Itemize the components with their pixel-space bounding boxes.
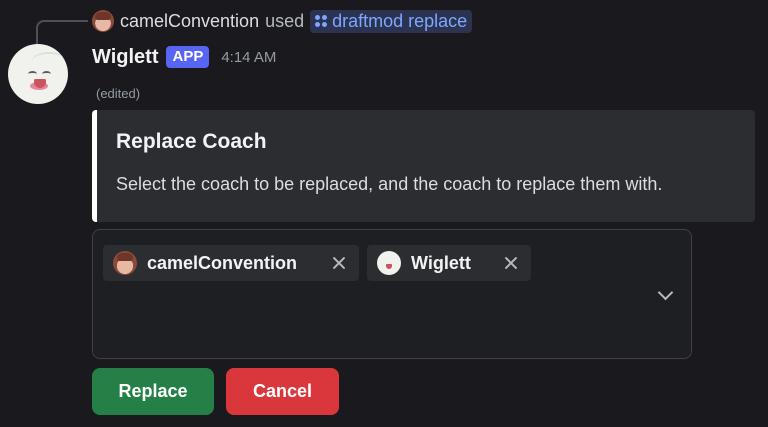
app-badge: APP [166,46,210,68]
message-header: Wiglett APP 4:14 AM [92,44,276,70]
command-name: draftmod replace [332,10,468,31]
chevron-down-icon[interactable] [657,286,675,304]
message-container: camelConvention used draftmod replace Wi… [0,0,768,427]
chip-label: camelConvention [147,252,298,273]
embed-title: Replace Coach [116,130,267,153]
command-used-text: used [265,10,305,31]
wiglett-avatar[interactable] [8,44,68,104]
remove-icon[interactable] [329,253,349,273]
edited-label: (edited) [96,86,141,101]
remove-icon[interactable] [501,253,521,273]
command-pill[interactable]: draftmod replace [310,9,473,33]
cancel-button[interactable]: Cancel [226,368,339,415]
author-name[interactable]: Wiglett [92,46,158,69]
embed-description: Select the coach to be replaced, and the… [116,174,663,194]
slash-command-icon [315,15,328,27]
camelconvention-avatar-icon [113,251,137,275]
wiglett-avatar-icon [377,251,401,275]
replace-button[interactable]: Replace [92,368,214,415]
camelconvention-avatar-icon[interactable] [92,10,114,32]
command-invocation: camelConvention used draftmod replace [92,8,473,34]
embed: Replace Coach Select the coach to be rep… [92,110,755,222]
message-timestamp[interactable]: 4:14 AM [221,49,276,66]
selected-user-chip: camelConvention [103,245,359,281]
command-user[interactable]: camelConvention [120,11,259,32]
selected-user-chip: Wiglett [367,245,531,281]
chip-label: Wiglett [411,252,471,273]
user-select-menu[interactable]: camelConvention Wiglett [92,229,692,359]
reply-connector [36,20,88,44]
